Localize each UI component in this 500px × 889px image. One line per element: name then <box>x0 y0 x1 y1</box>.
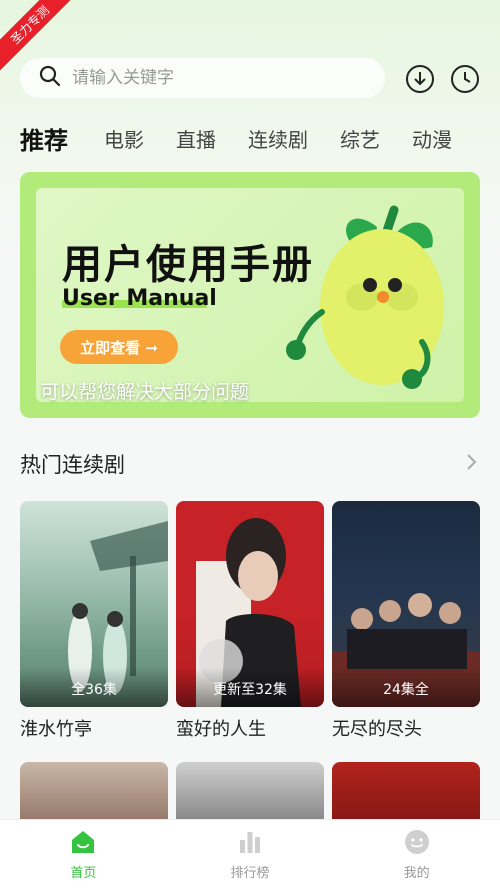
episode-badge: 更新至32集 <box>176 667 324 707</box>
home-icon <box>72 831 95 853</box>
history-icon[interactable] <box>450 64 480 94</box>
search-icon <box>38 64 62 92</box>
search-row <box>20 58 482 98</box>
chevron-right-icon[interactable] <box>462 453 480 475</box>
nav-profile[interactable]: 我的 <box>357 828 477 881</box>
ranking-icon <box>239 832 260 853</box>
series-card[interactable]: 全36集 淮水竹亭 <box>20 501 168 741</box>
poster-image: 24集全 <box>332 501 480 707</box>
user-manual-banner[interactable]: 用户使用手册 User Manual 立即查看 ➞ 可以帮您解决大部分问题 <box>20 172 480 418</box>
episode-badge: 24集全 <box>332 667 480 707</box>
tab-variety[interactable]: 综艺 <box>340 124 380 153</box>
nav-home[interactable]: 首页 <box>23 828 143 881</box>
nav-ranking[interactable]: 排行榜 <box>190 828 310 881</box>
series-title: 蛮好的人生 <box>176 719 266 740</box>
series-card[interactable]: 更新至32集 蛮好的人生 <box>176 501 324 741</box>
tab-live[interactable]: 直播 <box>176 124 216 153</box>
poster-image: 更新至32集 <box>176 501 324 707</box>
tab-anime[interactable]: 动漫 <box>412 124 452 153</box>
series-title: 淮水竹亭 <box>20 719 92 740</box>
lemon-mascot-icon <box>286 205 444 389</box>
banner-subtitle: User Manual <box>62 286 217 311</box>
nav-label: 首页 <box>70 866 97 881</box>
poster-image: 全36集 <box>20 501 168 707</box>
tab-recommend[interactable]: 推荐 <box>20 121 68 156</box>
banner-caption: 可以帮您解决大部分问题 <box>40 381 250 403</box>
download-icon[interactable] <box>405 64 435 94</box>
tab-series[interactable]: 连续剧 <box>248 124 308 153</box>
series-card[interactable]: 24集全 无尽的尽头 <box>332 501 480 741</box>
episode-badge: 全36集 <box>20 667 168 707</box>
nav-label: 排行榜 <box>230 866 270 881</box>
bottom-navigation: 首页 排行榜 我的 <box>0 819 500 889</box>
section-title: 热门连续剧 <box>20 453 125 477</box>
view-now-button[interactable]: 立即查看 ➞ <box>60 330 178 364</box>
profile-icon <box>404 830 429 854</box>
series-grid: 全36集 淮水竹亭 更新至32集 蛮好的人生 24集全 无尽的尽头 <box>20 501 480 741</box>
search-bar[interactable] <box>20 58 385 98</box>
category-tabs: 推荐 电影 直播 连续剧 综艺 动漫 <box>20 118 500 158</box>
nav-label: 我的 <box>403 866 430 881</box>
hot-series-header: 热门连续剧 <box>20 448 480 480</box>
search-input[interactable] <box>72 68 352 88</box>
tab-movie[interactable]: 电影 <box>104 124 144 153</box>
series-title: 无尽的尽头 <box>332 719 422 740</box>
